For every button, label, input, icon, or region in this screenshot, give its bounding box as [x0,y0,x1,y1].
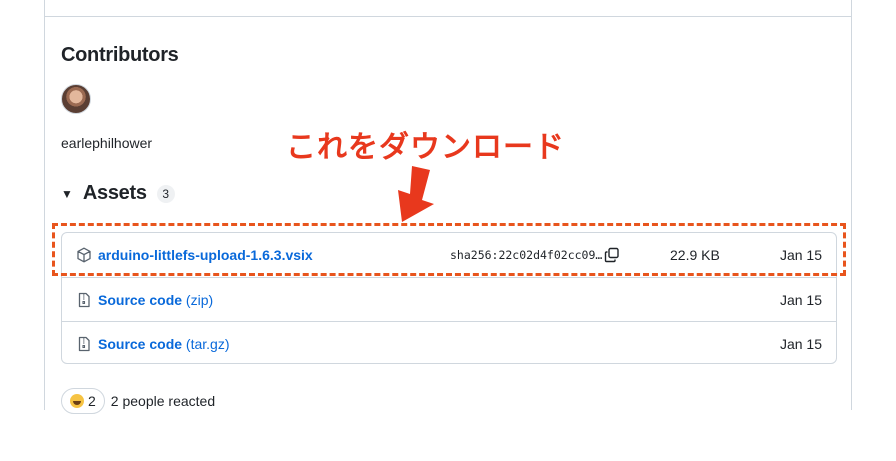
asset-link-label[interactable]: Source code [98,292,182,308]
asset-row: Source code (zip) Jan 15 [62,277,836,321]
contributor-username[interactable]: earlephilhower [61,135,152,151]
down-arrow-icon [398,166,434,222]
smile-emoji-icon [70,394,84,408]
asset-link-suffix[interactable]: (zip) [186,292,213,308]
caret-down-icon[interactable]: ▼ [61,187,73,201]
download-callout: これをダウンロード [286,131,565,164]
reaction-summary: 2 people reacted [110,393,216,409]
download-highlight-box [52,223,846,276]
asset-link[interactable]: Source code (zip) [98,292,213,308]
assets-heading: Assets [82,182,147,204]
contributor-avatar[interactable] [61,84,91,114]
asset-link-suffix[interactable]: (tar.gz) [186,336,230,352]
asset-link-label[interactable]: Source code [98,336,182,352]
assets-count-badge: 3 [156,184,175,203]
reaction-button[interactable]: 2 [61,388,105,414]
section-divider [44,16,851,17]
reaction-count: 2 [88,393,96,409]
file-zip-icon [78,292,90,307]
asset-link[interactable]: Source code (tar.gz) [98,336,230,352]
reactions-bar: 2 2 people reacted [61,388,215,414]
file-zip-icon [78,336,90,351]
asset-date: Jan 15 [779,291,822,308]
assets-header[interactable]: ▼ Assets 3 [61,182,175,205]
contributors-heading: Contributors [61,44,179,66]
asset-date: Jan 15 [779,335,822,352]
asset-row: Source code (tar.gz) Jan 15 [62,321,836,365]
